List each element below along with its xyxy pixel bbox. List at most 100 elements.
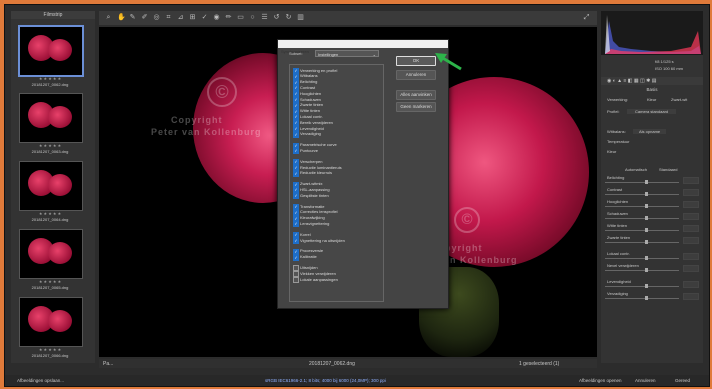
crop-icon[interactable]: ⌗ bbox=[165, 14, 172, 21]
slider-value-field[interactable] bbox=[683, 225, 699, 232]
slider-track[interactable] bbox=[605, 286, 679, 287]
thumbnail-2[interactable] bbox=[19, 93, 83, 143]
slider-value-field[interactable] bbox=[683, 253, 699, 260]
slider-label: Lokaal contr. bbox=[607, 251, 630, 256]
thumbnail-1[interactable] bbox=[18, 25, 84, 77]
brush-icon[interactable]: ✏ bbox=[225, 14, 232, 21]
panel-tab-strip[interactable]: ◉ ◐ ▲ ≡ ◧ ▦ ◫ ✱ ▤ bbox=[601, 77, 703, 85]
preferences-icon[interactable]: ☰ bbox=[261, 14, 268, 21]
straighten-icon[interactable]: ⊿ bbox=[177, 14, 184, 21]
slider-value-field[interactable] bbox=[683, 177, 699, 184]
slider-handle[interactable] bbox=[645, 296, 648, 300]
cancel-button-main[interactable]: Annuleren bbox=[635, 378, 656, 383]
slider-track[interactable] bbox=[605, 218, 679, 219]
color-sampler-icon[interactable]: ✐ bbox=[141, 14, 148, 21]
adjust-slider[interactable]: Contrast bbox=[605, 187, 699, 197]
rating-stars[interactable]: ★ ★ ★ ★ ★ bbox=[19, 76, 81, 81]
spot-removal-icon[interactable]: ✓ bbox=[201, 14, 208, 21]
adjust-slider[interactable]: Belichting bbox=[605, 175, 699, 185]
slider-value-field[interactable] bbox=[683, 213, 699, 220]
default-link[interactable]: Standaard bbox=[659, 167, 677, 172]
slider-track[interactable] bbox=[605, 182, 679, 183]
slider-handle[interactable] bbox=[645, 192, 648, 196]
checkbox-label: Levendigheid bbox=[300, 125, 324, 131]
slider-value-field[interactable] bbox=[683, 237, 699, 244]
checkbox[interactable]: ✓ bbox=[293, 148, 299, 155]
slider-label: Contrast bbox=[607, 187, 623, 192]
slider-value-field[interactable] bbox=[683, 293, 699, 300]
slider-value-field[interactable] bbox=[683, 281, 699, 288]
slider-value-field[interactable] bbox=[683, 201, 699, 208]
adjust-slider[interactable]: Lokaal contr. bbox=[605, 251, 699, 261]
slider-track[interactable] bbox=[605, 206, 679, 207]
thumbnail-5[interactable] bbox=[19, 297, 83, 347]
color-radio[interactable]: Kleur bbox=[647, 97, 656, 102]
transform-icon[interactable]: ⊞ bbox=[189, 14, 196, 21]
profile-select[interactable]: Camera standaard bbox=[627, 109, 677, 114]
thumbnail-4[interactable] bbox=[19, 229, 83, 279]
slider-handle[interactable] bbox=[645, 284, 648, 288]
basic-icon[interactable]: ◉ ◐ ▲ ≡ ◧ ▦ ◫ ✱ ▤ bbox=[607, 78, 656, 84]
trash-icon[interactable]: ▥ bbox=[297, 14, 304, 21]
slider-track[interactable] bbox=[605, 242, 679, 243]
checkbox[interactable]: ✓ bbox=[293, 221, 299, 228]
wb-select[interactable]: Als opname bbox=[633, 129, 667, 134]
copyright-symbol-right: © bbox=[454, 207, 480, 233]
slider-value-field[interactable] bbox=[683, 189, 699, 196]
slider-handle[interactable] bbox=[645, 204, 648, 208]
eyedropper-icon[interactable]: ✎ bbox=[129, 14, 136, 21]
checkbox[interactable]: ✓ bbox=[293, 131, 299, 138]
rotate-right-icon[interactable]: ↻ bbox=[285, 14, 292, 21]
slider-track[interactable] bbox=[605, 258, 679, 259]
slider-handle[interactable] bbox=[645, 180, 648, 184]
save-images-button[interactable]: Afbeeldingen opslaan... bbox=[17, 378, 64, 383]
checkbox[interactable]: ✓ bbox=[293, 238, 299, 244]
zoom-select[interactable]: Pa... bbox=[103, 361, 113, 367]
rating-stars[interactable]: ★ ★ ★ ★ ★ bbox=[19, 211, 81, 216]
bw-radio[interactable]: Zwart-wit bbox=[671, 97, 687, 102]
graduated-filter-icon[interactable]: ▭ bbox=[237, 14, 244, 21]
rating-stars[interactable]: ★ ★ ★ ★ ★ bbox=[19, 347, 81, 352]
slider-handle[interactable] bbox=[645, 216, 648, 220]
rating-stars[interactable]: ★ ★ ★ ★ ★ bbox=[19, 279, 81, 284]
adjust-slider[interactable]: Verzadiging bbox=[605, 291, 699, 301]
workflow-options-link[interactable]: sRGB IEC61966-2.1; 8 bits; 4000 bij 6000… bbox=[265, 378, 386, 383]
checkbox[interactable]: ✓ bbox=[293, 170, 299, 177]
slider-track[interactable] bbox=[605, 270, 679, 271]
checkbox[interactable] bbox=[293, 277, 299, 283]
rating-stars[interactable]: ★ ★ ★ ★ ★ bbox=[19, 143, 81, 148]
radial-filter-icon[interactable]: ○ bbox=[249, 14, 256, 21]
open-images-button[interactable]: Afbeeldingen openen bbox=[579, 378, 622, 383]
slider-track[interactable] bbox=[605, 230, 679, 231]
slider-handle[interactable] bbox=[645, 268, 648, 272]
done-button[interactable]: Gereed bbox=[675, 378, 690, 383]
adjust-slider[interactable]: Hooglichten bbox=[605, 199, 699, 209]
slider-handle[interactable] bbox=[645, 240, 648, 244]
adjust-slider[interactable]: Schaduwen bbox=[605, 211, 699, 221]
fullscreen-icon[interactable]: ⤢ bbox=[583, 14, 590, 21]
slider-track[interactable] bbox=[605, 298, 679, 299]
preview-bottom-bar: Pa... 20181207_0062.dng 1 geselecteerd (… bbox=[99, 359, 597, 368]
select-all-button[interactable]: Alles aanvinken bbox=[396, 90, 436, 100]
adjust-slider[interactable]: Nevel verwijderen bbox=[605, 263, 699, 273]
adjust-slider[interactable]: Zwarte tinten bbox=[605, 235, 699, 245]
target-adjust-icon[interactable]: ◎ bbox=[153, 14, 160, 21]
slider-handle[interactable] bbox=[645, 256, 648, 260]
rotate-left-icon[interactable]: ↺ bbox=[273, 14, 280, 21]
adjust-slider[interactable]: Levendigheid bbox=[605, 279, 699, 289]
checkbox[interactable]: ✓ bbox=[293, 254, 299, 261]
thumbnail-3[interactable] bbox=[19, 161, 83, 211]
slider-value-field[interactable] bbox=[683, 265, 699, 272]
subset-select[interactable]: Instellingen ⌄ bbox=[315, 50, 379, 57]
adjust-slider[interactable]: Witte tinten bbox=[605, 223, 699, 233]
auto-link[interactable]: Automatisch bbox=[625, 167, 647, 172]
select-none-button[interactable]: Geen markeren bbox=[396, 102, 436, 112]
checkbox[interactable]: ✓ bbox=[293, 193, 299, 200]
red-eye-icon[interactable]: ◉ bbox=[213, 14, 220, 21]
cancel-button[interactable]: Annuleren bbox=[396, 70, 436, 80]
zoom-icon[interactable]: ⌕ bbox=[105, 14, 112, 21]
slider-handle[interactable] bbox=[645, 228, 648, 232]
hand-icon[interactable]: ✋ bbox=[117, 14, 126, 21]
ok-button[interactable]: OK bbox=[396, 56, 436, 66]
slider-track[interactable] bbox=[605, 194, 679, 195]
